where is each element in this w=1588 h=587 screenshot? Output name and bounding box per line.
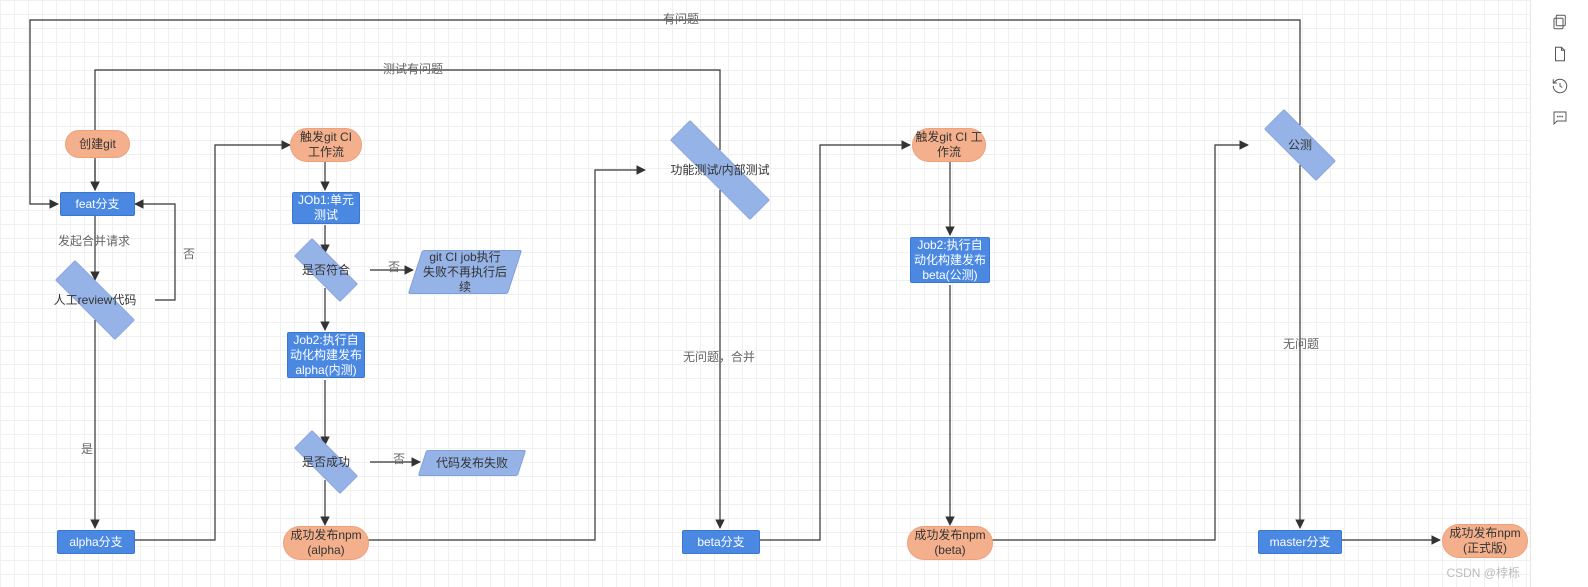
node-check-success[interactable]: 是否成功 [280, 444, 372, 480]
node-check-conform[interactable]: 是否符合 [280, 252, 372, 288]
edge-label-test-fail: 测试有问题 [380, 60, 446, 77]
node-create-git[interactable]: 创建git [65, 130, 130, 158]
edge-label-no-issue: 无问题 [1280, 335, 1322, 352]
node-publish-alpha[interactable]: 成功发布npm (alpha) [283, 526, 369, 560]
edges-layer [0, 0, 1530, 587]
node-beta-branch[interactable]: beta分支 [682, 530, 760, 554]
node-master-branch[interactable]: master分支 [1258, 530, 1342, 554]
tool-comment-icon[interactable] [1550, 108, 1570, 128]
edge-label-yes: 是 [78, 440, 96, 457]
tool-copy-icon[interactable] [1550, 12, 1570, 32]
node-job2-beta[interactable]: Job2:执行自 动化构建发布 beta(公测) [910, 237, 990, 283]
node-ci-trigger-2[interactable]: 触发git CI 工作流 [912, 128, 986, 162]
node-feat-branch[interactable]: feat分支 [60, 192, 135, 216]
edge-label-no-conform: 否 [385, 258, 403, 275]
node-publish-fail[interactable]: 代码发布失败 [422, 450, 522, 476]
node-ci-trigger-1[interactable]: 触发git CI 工作流 [290, 128, 362, 162]
node-publish-release[interactable]: 成功发布npm (正式版) [1442, 524, 1528, 558]
node-ci-fail[interactable]: git CI job执行 失败不再执行后 续 [415, 250, 515, 294]
node-alpha-branch[interactable]: alpha分支 [57, 530, 135, 554]
node-job2-alpha[interactable]: Job2:执行自 动化构建发布 alpha(内测) [287, 332, 365, 378]
toolbar-sidebar [1530, 0, 1588, 587]
edge-label-merge-req: 发起合并请求 [55, 232, 133, 249]
node-public-test[interactable]: 公测 [1248, 125, 1352, 165]
node-review[interactable]: 人工review代码 [35, 280, 155, 320]
edge-label-ok-merge: 无问题，合并 [680, 348, 758, 365]
edge-label-no-review: 否 [180, 245, 198, 262]
edge-label-has-issue: 有问题 [660, 10, 702, 27]
edge-label-no-success: 否 [390, 450, 408, 467]
diagram-canvas[interactable]: 创建git feat分支 人工review代码 alpha分支 触发git CI… [0, 0, 1530, 587]
tool-history-icon[interactable] [1550, 76, 1570, 96]
node-func-test[interactable]: 功能测试/内部测试 [640, 150, 800, 190]
tool-new-file-icon[interactable] [1550, 44, 1570, 64]
watermark: CSDN @桲栎 [1446, 564, 1520, 581]
node-publish-beta[interactable]: 成功发布npm (beta) [907, 526, 993, 560]
node-job1-unit-test[interactable]: JOb1:单元 测试 [292, 192, 360, 224]
